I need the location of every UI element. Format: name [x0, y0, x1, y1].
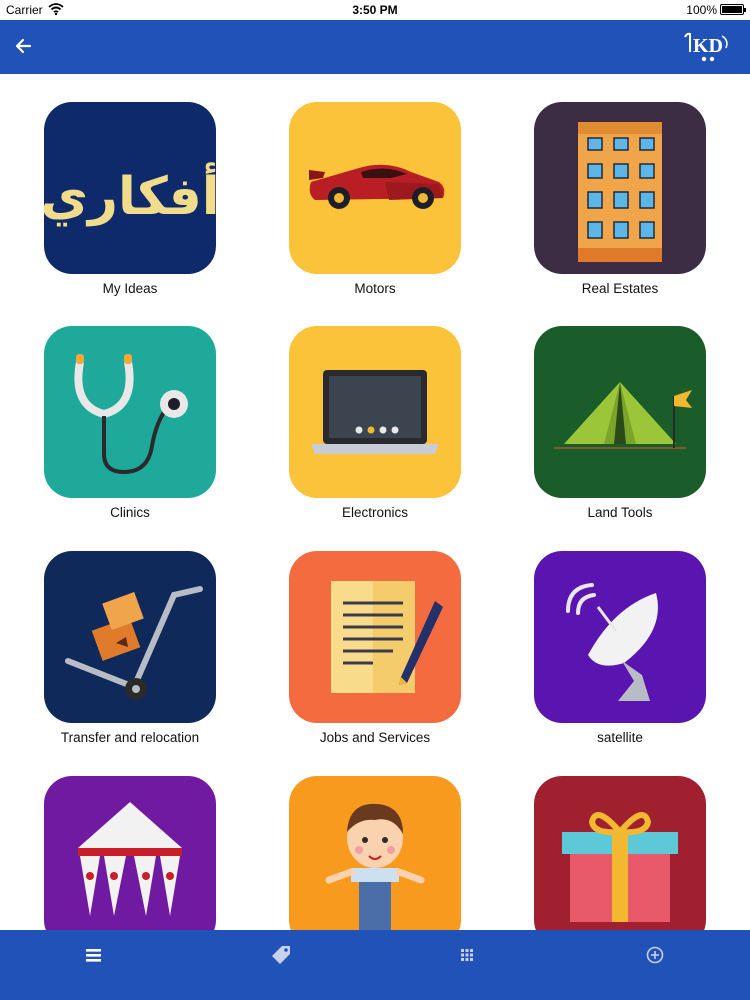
logo-text: KD [693, 35, 723, 57]
category-tile-land-tools[interactable]: Land Tools [490, 298, 735, 522]
category-label: Clinics [110, 505, 150, 520]
category-tile-transfer-relocation[interactable]: Transfer and relocation [0, 523, 245, 747]
hand-truck-icon[interactable] [44, 551, 216, 723]
category-tile-real-estates[interactable]: Real Estates [490, 74, 735, 298]
nav-bar: KD [0, 20, 750, 74]
category-label: My Ideas [102, 281, 158, 296]
category-label: Land Tools [587, 505, 653, 520]
status-bar: Carrier 3:50 PM 100% [0, 0, 750, 20]
building-icon[interactable] [534, 102, 706, 274]
my-ideas-icon[interactable]: أفكاري [44, 102, 216, 274]
category-grid: أفكاري My Ideas Motors Real Estates Clin… [0, 74, 750, 930]
battery-icon [720, 4, 746, 15]
stethoscope-icon[interactable] [44, 326, 216, 498]
menu-icon[interactable] [80, 942, 106, 968]
category-tile-motors[interactable]: Motors [245, 74, 490, 298]
grid-icon[interactable] [454, 942, 480, 968]
tent-icon[interactable] [534, 326, 706, 498]
category-tile-satellite[interactable]: satellite [490, 523, 735, 747]
child-icon[interactable] [289, 776, 461, 930]
my-ideas-art-text: أفكاري [44, 162, 216, 227]
gift-icon[interactable] [534, 776, 706, 930]
category-label: Jobs and Services [319, 730, 431, 745]
status-time: 3:50 PM [352, 3, 398, 17]
category-tile-gifts[interactable] [490, 748, 735, 930]
car-icon[interactable] [289, 102, 461, 274]
category-tile-electronics[interactable]: Electronics [245, 298, 490, 522]
back-arrow-icon[interactable] [10, 32, 38, 60]
tab-bar [0, 930, 750, 1000]
category-label: Electronics [341, 505, 409, 520]
document-pen-icon[interactable] [289, 551, 461, 723]
laptop-icon[interactable] [289, 326, 461, 498]
category-label: Transfer and relocation [60, 730, 200, 745]
app-logo: KD [682, 28, 734, 66]
category-tile-jobs-services[interactable]: Jobs and Services [245, 523, 490, 747]
category-tile-kids[interactable] [245, 748, 490, 930]
category-tile-events[interactable] [0, 748, 245, 930]
canopy-tent-icon[interactable] [44, 776, 216, 930]
category-label: Motors [354, 281, 396, 296]
category-tile-my-ideas[interactable]: أفكاري My Ideas [0, 74, 245, 298]
category-label: Real Estates [581, 281, 659, 296]
category-label: satellite [597, 730, 643, 745]
tag-icon[interactable] [268, 942, 294, 968]
add-circle-icon[interactable] [642, 942, 668, 968]
battery-percent: 100% [686, 3, 717, 17]
satellite-dish-icon[interactable] [534, 551, 706, 723]
category-tile-clinics[interactable]: Clinics [0, 298, 245, 522]
